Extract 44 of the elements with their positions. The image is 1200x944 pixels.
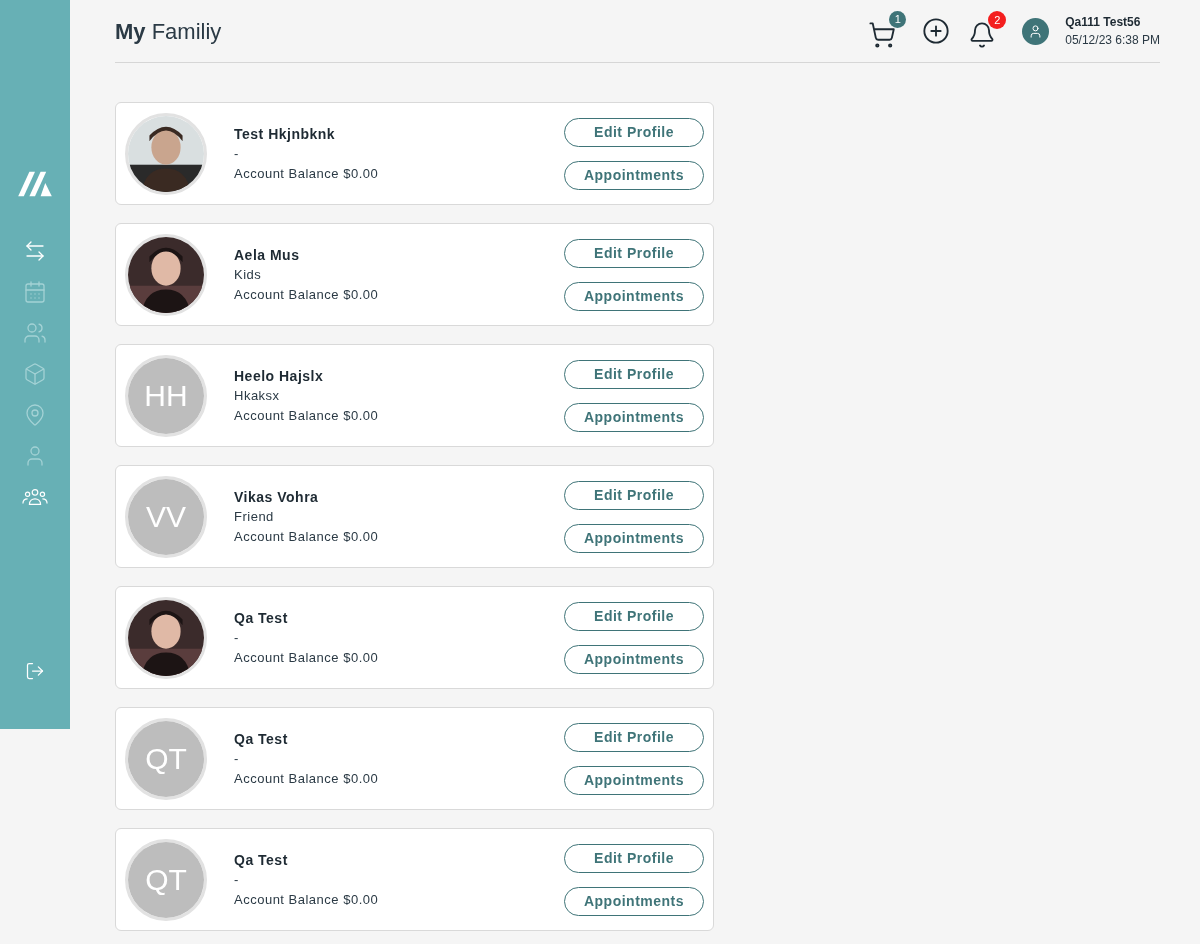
member-relation: - — [234, 628, 240, 647]
account-balance: Account Balance $0.00 — [234, 648, 379, 667]
member-name: Heelo Hajslx — [234, 366, 325, 386]
calendar-icon — [23, 280, 47, 304]
member-name: Vikas Vohra — [234, 487, 320, 507]
logout-icon — [25, 661, 45, 681]
logo-icon — [16, 170, 54, 198]
account-balance: Account Balance $0.00 — [234, 890, 379, 909]
family-icon — [22, 487, 48, 507]
member-relation: - — [234, 749, 240, 768]
add-icon — [922, 17, 951, 45]
member-name: Aela Mus — [234, 245, 301, 265]
user-icon — [1028, 23, 1044, 39]
account-balance: Account Balance $0.00 — [234, 406, 379, 425]
account-balance: Account Balance $0.00 — [234, 164, 379, 183]
notification-count-badge: 2 — [988, 11, 1007, 29]
user-name: Qa111 Test56 — [1065, 14, 1142, 31]
member-relation: Friend — [234, 507, 275, 526]
avatar-initials: VV — [146, 499, 186, 535]
member-relation: - — [234, 870, 240, 889]
cart-button[interactable]: 1 — [868, 11, 907, 51]
account-balance: Account Balance $0.00 — [234, 769, 379, 788]
member-name: Qa Test — [234, 850, 289, 870]
avatar-initials: QT — [145, 862, 187, 898]
member-name: Qa Test — [234, 608, 289, 628]
user-avatar[interactable] — [1022, 17, 1050, 45]
member-name: Qa Test — [234, 729, 289, 749]
cart-count-badge: 1 — [889, 11, 907, 28]
member-relation: - — [234, 144, 240, 163]
map-pin-icon — [23, 403, 47, 427]
box-icon — [23, 362, 47, 386]
member-name: Test Hkjnbknk — [234, 124, 337, 144]
page-title: My Familiy — [115, 17, 222, 46]
logout-button[interactable] — [25, 661, 45, 681]
account-balance: Account Balance $0.00 — [234, 285, 379, 304]
avatar-initials: QT — [145, 741, 187, 777]
notifications-button[interactable]: 2 — [968, 11, 1007, 51]
avatar-initials: HH — [144, 378, 188, 414]
account-balance: Account Balance $0.00 — [234, 527, 379, 546]
member-relation: Kids — [234, 265, 263, 284]
date-time: 05/12/23 6:38 PM — [1065, 32, 1160, 49]
cart-icon — [868, 21, 897, 49]
people-icon — [23, 321, 47, 345]
member-relation: Hkaksx — [234, 386, 281, 405]
